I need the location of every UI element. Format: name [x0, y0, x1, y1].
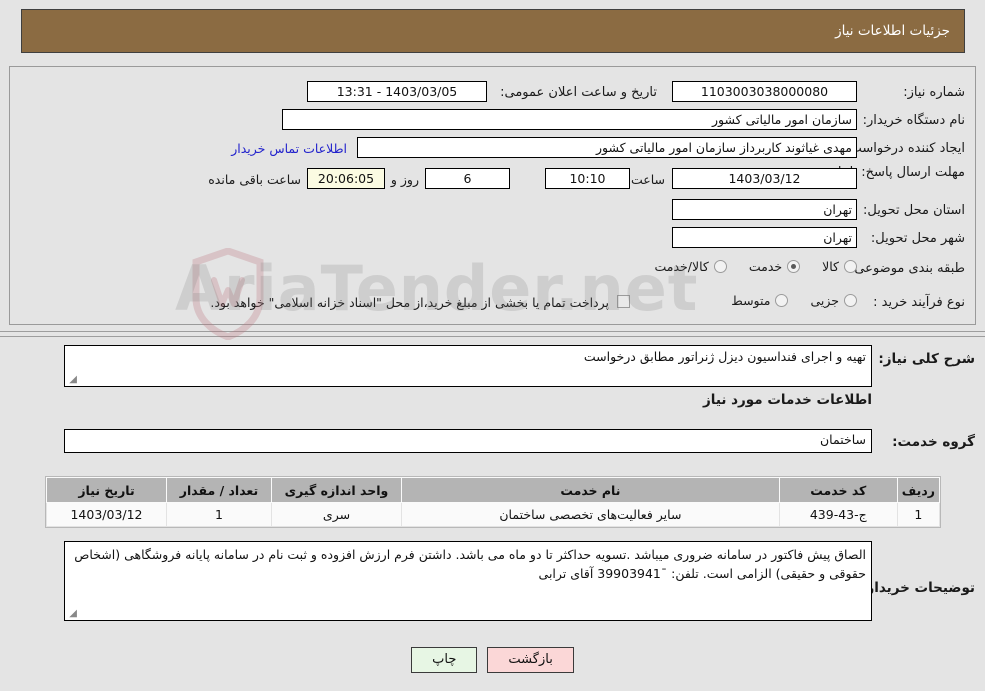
service-group-value: ساختمان [64, 429, 872, 453]
treasury-bonds-text: پرداخت تمام یا بخشی از مبلغ خرید،از محل … [210, 295, 609, 310]
table-cell-service-name: سایر فعالیت‌های تخصصی ساختمان [401, 502, 780, 527]
need-info-panel: شماره نیاز: 1103003038000080 تاریخ و ساع… [9, 66, 976, 325]
table-cell-service-code: ج-43-439 [778, 502, 898, 527]
resize-handle-icon-notes[interactable]: ◢ [68, 609, 77, 619]
subject-category-option-label-1: خدمت [748, 259, 783, 274]
buyer-notes-textarea[interactable]: الصاق پیش فاکتور در سامانه ضروری میباشد … [64, 541, 872, 621]
delivery-province-value: تهران [672, 199, 857, 220]
subject-category-radio-icon-1[interactable] [787, 260, 801, 273]
subject-category-radio-icon-0[interactable] [844, 260, 857, 273]
treasury-bonds-checkbox[interactable] [617, 295, 630, 308]
service-group-label: گروه خدمت: [892, 434, 975, 450]
hour-label: ساعت [630, 172, 665, 187]
need-number-label: شماره نیاز: [903, 85, 965, 100]
purchase-process-radio-icon-1[interactable] [775, 294, 789, 307]
table-cell-need-date: 1403/03/12 [46, 502, 167, 527]
table-column-header: تعداد / مقدار [166, 477, 272, 503]
table-cell-row-no: 1 [896, 502, 941, 527]
services-table-wrapper: ردیف کد خدمت نام خدمت واحد اندازه گیری تعداد… [45, 476, 941, 528]
subject-category-option-1[interactable]: خدمت [748, 259, 801, 274]
table-column-header: ردیف [896, 477, 941, 503]
table-column-header: تاریخ نیاز [46, 477, 167, 503]
general-desc-label: شرح کلی نیاز: [878, 351, 975, 367]
services-table: ردیف کد خدمت نام خدمت واحد اندازه گیری تعداد… [46, 477, 941, 527]
table-header-row: ردیف کد خدمت نام خدمت واحد اندازه گیری تعداد… [46, 477, 941, 503]
purchase-process-option-label-0: جزیی [810, 293, 839, 308]
remaining-days-value: 6 [425, 168, 510, 189]
subject-category-option-0[interactable]: کالا [822, 259, 857, 274]
subject-category-option-label-2: کالا/خدمت [654, 259, 709, 274]
action-buttons: بازگشت چاپ [0, 647, 985, 673]
purchase-process-radio-icon-0[interactable] [844, 294, 857, 307]
request-creator-label: ایجاد کننده درخواست: [845, 141, 965, 156]
deadline-time-value: 10:10 [545, 168, 630, 189]
remaining-time-value: 20:06:05 [307, 168, 385, 189]
subject-category-label: طبقه بندی موضوعی: [849, 261, 965, 276]
deadline-date-value: 1403/03/12 [672, 168, 857, 189]
table-cell-unit: سری [271, 502, 402, 527]
remaining-time-label: ساعت باقی مانده [208, 172, 301, 187]
table-column-header: واحد اندازه گیری [271, 477, 402, 503]
buyer-notes-value: الصاق پیش فاکتور در سامانه ضروری میباشد … [74, 547, 866, 581]
buyer-org-label: نام دستگاه خریدار: [862, 113, 965, 128]
table-column-header: نام خدمت [401, 477, 780, 503]
resize-handle-icon[interactable]: ◢ [68, 375, 77, 385]
subject-category-radio-group[interactable]: کالا خدمت کالا/خدمت [632, 259, 857, 274]
need-number-value: 1103003038000080 [672, 81, 857, 102]
buyer-org-value: سازمان امور مالیاتی کشور [282, 109, 857, 130]
announce-datetime-value: 1403/03/05 - 13:31 [307, 81, 487, 102]
general-desc-textarea[interactable]: تهیه و اجرای فنداسیون دیزل ژنراتور مطابق… [64, 345, 872, 387]
divider-bottom [0, 336, 985, 337]
purchase-process-option-0[interactable]: جزیی [810, 293, 857, 308]
table-cell-quantity: 1 [166, 502, 272, 527]
purchase-process-radio-group[interactable]: جزیی متوسط [709, 293, 857, 308]
purchase-process-label: نوع فرآیند خرید : [873, 295, 965, 310]
page-root: AriaTender.net جزئیات اطلاعات نیاز شماره… [0, 0, 985, 691]
announce-datetime-label: تاریخ و ساعت اعلان عمومی: [500, 85, 657, 100]
services-section-heading: اطلاعات خدمات مورد نیاز [702, 392, 872, 408]
delivery-city-label: شهر محل تحویل: [870, 231, 965, 246]
table-body: 1 ج-43-439 سایر فعالیت‌های تخصصی ساختمان سر… [46, 502, 941, 527]
table-column-header: کد خدمت [778, 477, 898, 503]
print-button[interactable]: چاپ [411, 647, 478, 673]
divider-top [0, 331, 985, 332]
request-creator-value: مهدی غیاثوند کاربرداز سازمان امور مالیات… [357, 137, 857, 158]
table-row[interactable]: 1 ج-43-439 سایر فعالیت‌های تخصصی ساختمان سر… [46, 502, 941, 527]
subject-category-option-label-0: کالا [822, 259, 839, 274]
days-label: روز و [390, 172, 419, 187]
back-button[interactable]: بازگشت [487, 647, 574, 673]
buyer-contact-link[interactable]: اطلاعات تماس خریدار [231, 141, 347, 156]
subject-category-option-2[interactable]: کالا/خدمت [654, 259, 727, 274]
page-title: جزئیات اطلاعات نیاز [835, 23, 950, 39]
purchase-process-option-1[interactable]: متوسط [731, 293, 789, 308]
page-title-banner: جزئیات اطلاعات نیاز [21, 9, 965, 53]
delivery-city-value: تهران [672, 227, 857, 248]
general-desc-value: تهیه و اجرای فنداسیون دیزل ژنراتور مطابق… [583, 349, 866, 364]
subject-category-radio-icon-2[interactable] [713, 260, 727, 273]
delivery-province-label: استان محل تحویل: [863, 203, 965, 218]
purchase-process-option-label-1: متوسط [731, 293, 771, 308]
response-deadline-label: مهلت ارسال پاسخ: تا تاریخ: [815, 165, 965, 180]
buyer-notes-label: توضیحات خریدار: [861, 580, 975, 596]
